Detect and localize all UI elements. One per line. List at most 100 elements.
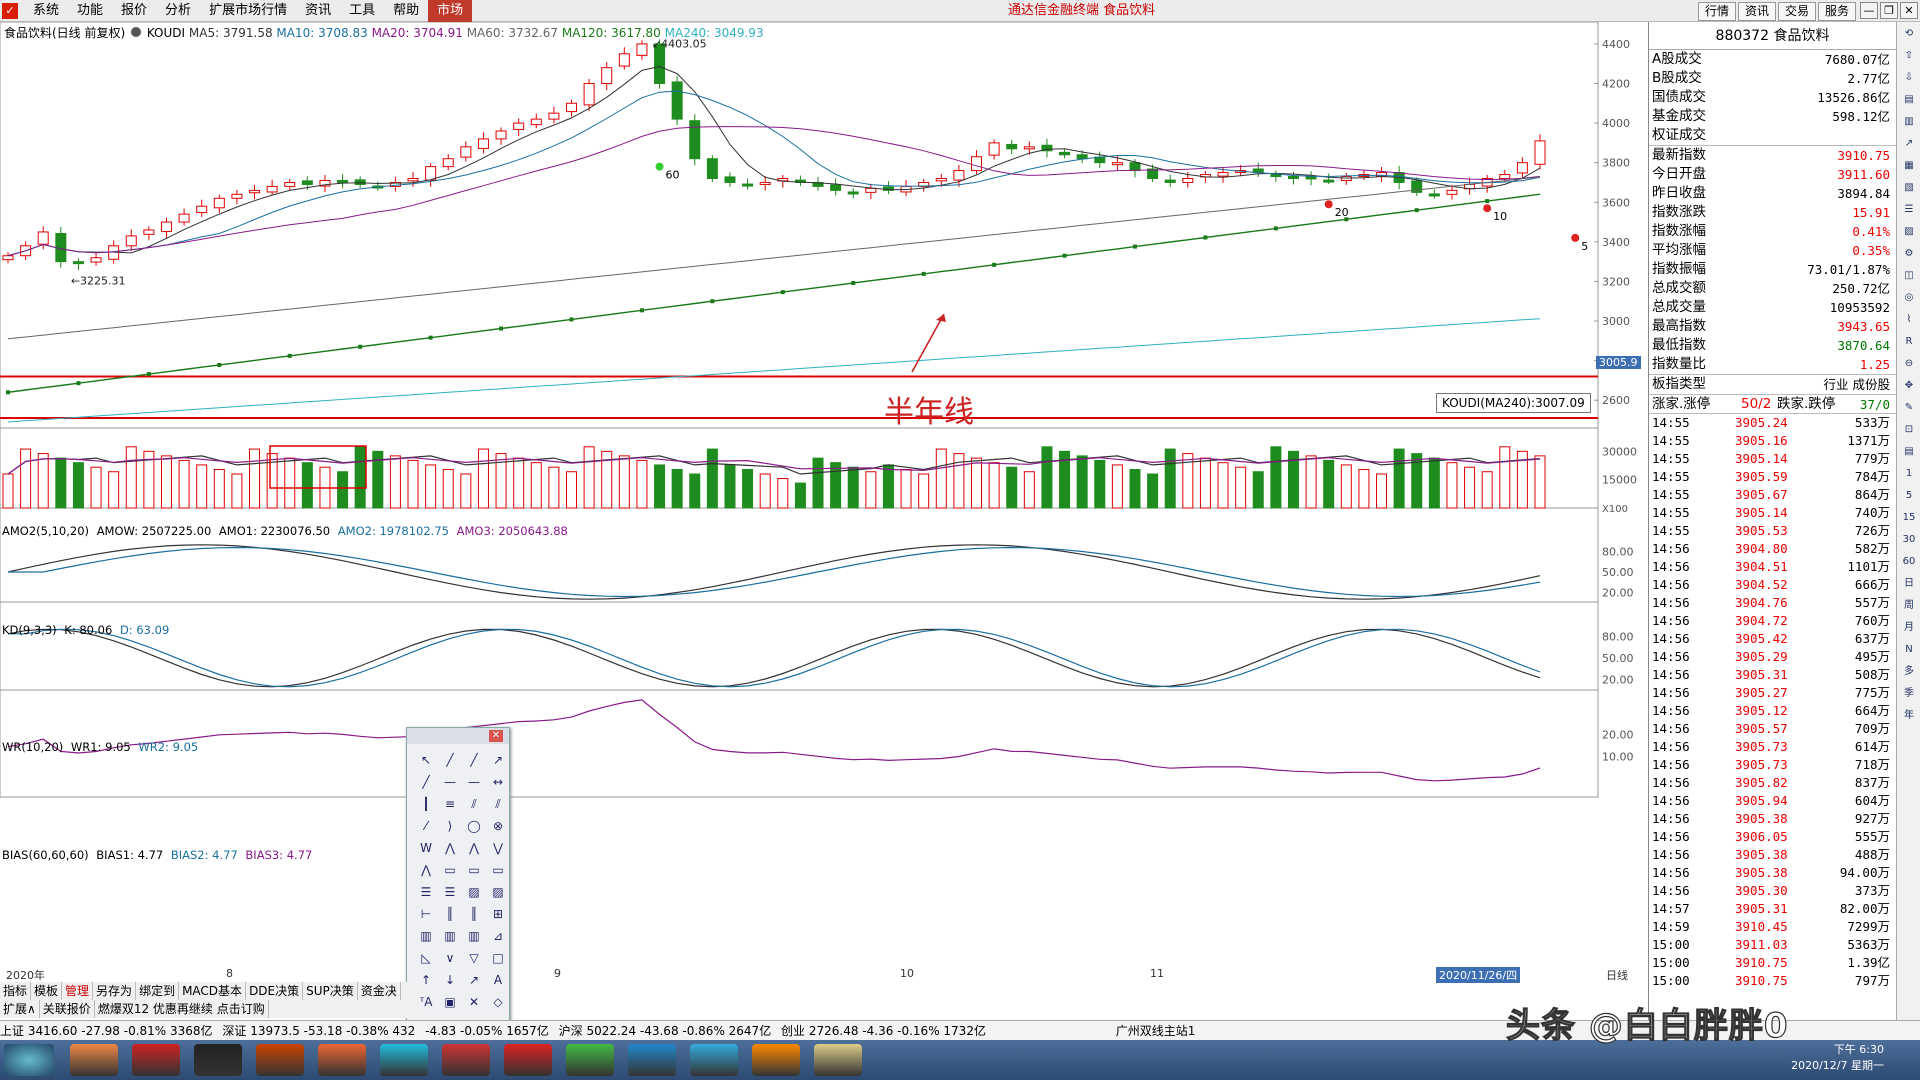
chart-area[interactable]: 4400420040003800360034003200300028002600… [0, 22, 1652, 1020]
draw-tool-icon[interactable]: ╱ [415, 772, 437, 792]
toolbar-icon[interactable]: ▨ [1899, 222, 1919, 242]
draw-tool-icon[interactable]: ≡ [439, 794, 461, 814]
bottom-tab[interactable]: 模板 [31, 982, 63, 1000]
draw-tool-icon[interactable]: ◇ [487, 992, 509, 1012]
menu-item-1[interactable]: 功能 [68, 0, 112, 22]
draw-tool-icon[interactable]: ☰ [415, 882, 437, 902]
taskbar-app-icon[interactable] [256, 1044, 304, 1076]
taskbar-app-icon[interactable] [132, 1044, 180, 1076]
draw-tool-icon[interactable]: ╱ [439, 750, 461, 770]
draw-tool-icon[interactable]: ⋁ [487, 838, 509, 858]
draw-tool-icon[interactable]: ↗ [487, 750, 509, 770]
toolbar-icon[interactable]: ▦ [1899, 156, 1919, 176]
status-hs[interactable]: 沪深 5022.24 -43.68 -0.86% 2647亿 [559, 1024, 772, 1038]
menu-item-6[interactable]: 工具 [340, 0, 384, 22]
toolbar-icon[interactable]: ▤ [1899, 442, 1919, 462]
bottom-tab[interactable]: MACD基本 [179, 982, 247, 1000]
bottom-tab[interactable]: 扩展∧ [0, 1000, 40, 1018]
close-icon[interactable]: ✕ [1900, 2, 1918, 19]
top-button-3[interactable]: 服务 [1817, 2, 1856, 21]
bottom-tab[interactable]: SUP决策 [303, 982, 358, 1000]
menu-item-8[interactable]: 市场 [428, 0, 473, 22]
draw-tool-icon[interactable]: ✕ [463, 992, 485, 1012]
toolbar-icon[interactable]: 日 [1899, 574, 1919, 594]
toolbar-icon[interactable]: 多 [1899, 662, 1919, 682]
bottom-tab[interactable]: 燃爆双12 优惠再继续 点击订购 [95, 1000, 269, 1018]
toolbar-icon[interactable]: ✥ [1899, 376, 1919, 396]
toolbar-icon[interactable]: 30 [1899, 530, 1919, 550]
draw-tool-icon[interactable]: ║ [439, 904, 461, 924]
toolbar-icon[interactable]: ✎ [1899, 398, 1919, 418]
period-label[interactable]: 日线 [1606, 967, 1628, 983]
toolbar-icon[interactable]: ⚙ [1899, 244, 1919, 264]
draw-tool-icon[interactable]: ║ [463, 904, 485, 924]
toolbar-icon[interactable]: 周 [1899, 596, 1919, 616]
app-logo-icon[interactable]: ✓ [2, 3, 18, 19]
taskbar-app-icon[interactable] [752, 1044, 800, 1076]
taskbar-app-icon[interactable] [194, 1044, 242, 1076]
start-button-icon[interactable] [4, 1044, 54, 1076]
draw-tool-icon[interactable]: ⁄ [415, 816, 437, 836]
draw-tool-icon[interactable]: ⟩ [439, 816, 461, 836]
menu-item-3[interactable]: 分析 [156, 0, 200, 22]
draw-tool-icon[interactable]: ◺ [415, 948, 437, 968]
bottom-tab[interactable]: 指标 [0, 982, 32, 1000]
toolbar-icon[interactable]: ⊡ [1899, 420, 1919, 440]
menu-item-7[interactable]: 帮助 [384, 0, 428, 22]
minimize-icon[interactable]: — [1860, 2, 1878, 19]
toolbar-icon[interactable]: ⊖ [1899, 354, 1919, 374]
draw-tool-icon[interactable]: A [487, 970, 509, 990]
bottom-tab[interactable]: 绑定到 [136, 982, 180, 1000]
draw-tool-icon[interactable]: ▥ [463, 926, 485, 946]
draw-tool-icon[interactable]: ⊿ [487, 926, 509, 946]
drawing-toolbox[interactable]: ✕ ↖ ╱ ╱ ↗ ╱ — — ↔ ┃ ≡ ⫽ ⫽ ⁄ ⟩ ◯ ⊗ W ⋀ ⋀ ⋁ ⋀ ▭ ▭ ▭ ☰ ☰ ▨ ▨ ⊢ ║ ║ ⊞ ▥ ▥ ▥ ⊿ ◺ ∨… [406, 727, 510, 1039]
draw-tool-icon[interactable]: ▥ [415, 926, 437, 946]
taskbar-app-icon[interactable] [318, 1044, 366, 1076]
draw-tool-icon[interactable]: ╱ [463, 750, 485, 770]
toolbar-icon[interactable]: ⇩ [1899, 68, 1919, 88]
restore-icon[interactable]: ❐ [1880, 2, 1898, 19]
toolbar-icon[interactable]: ⟲ [1899, 24, 1919, 44]
draw-tool-icon[interactable]: ▭ [487, 860, 509, 880]
draw-tool-icon[interactable]: ▨ [487, 882, 509, 902]
toolbar-icon[interactable]: 1 [1899, 464, 1919, 484]
toolbar-icon[interactable]: R [1899, 332, 1919, 352]
draw-tool-icon[interactable]: W [415, 838, 437, 858]
bottom-tab[interactable]: 关联报价 [40, 1000, 95, 1018]
draw-tool-icon[interactable]: ◯ [463, 816, 485, 836]
top-button-2[interactable]: 交易 [1777, 2, 1816, 21]
menu-item-4[interactable]: 扩展市场行情 [200, 0, 296, 22]
draw-tool-icon[interactable]: ▭ [439, 860, 461, 880]
toolbar-icon[interactable]: N [1899, 640, 1919, 660]
type-value[interactable]: 行业 成份股 [1824, 375, 1890, 394]
draw-tool-icon[interactable]: ⊢ [415, 904, 437, 924]
kline-chart[interactable]: 4400420040003800360034003200300028002600… [0, 22, 1648, 1020]
toolbar-icon[interactable]: ◎ [1899, 288, 1919, 308]
toolbar-icon[interactable]: ☰ [1899, 200, 1919, 220]
status-cy[interactable]: 创业 2726.48 -4.36 -0.16% 1732亿 [781, 1024, 986, 1038]
draw-tool-icon[interactable]: ▣ [439, 992, 461, 1012]
toolbar-icon[interactable]: ▥ [1899, 112, 1919, 132]
toolbar-icon[interactable]: 5 [1899, 486, 1919, 506]
draw-tool-icon[interactable]: ⊞ [487, 904, 509, 924]
draw-tool-icon[interactable]: ▥ [439, 926, 461, 946]
top-button-1[interactable]: 资讯 [1737, 2, 1776, 21]
draw-tool-icon[interactable]: ▨ [463, 882, 485, 902]
toolbar-icon[interactable]: 60 [1899, 552, 1919, 572]
draw-tool-icon[interactable]: ┃ [415, 794, 437, 814]
bottom-tab[interactable]: 另存为 [93, 982, 137, 1000]
system-clock[interactable]: 下午 6:30 2020/12/7 星期一 [1791, 1042, 1884, 1074]
draw-tool-icon[interactable]: ⋀ [463, 838, 485, 858]
menu-item-0[interactable]: 系统 [24, 0, 68, 22]
draw-tool-icon[interactable]: ⫽ [487, 794, 509, 814]
toolbar-icon[interactable]: ▤ [1899, 90, 1919, 110]
server-label[interactable]: 广州双线主站1 [1116, 1024, 1196, 1038]
menu-item-2[interactable]: 报价 [112, 0, 156, 22]
top-button-0[interactable]: 行情 [1697, 2, 1736, 21]
taskbar-app-icon[interactable] [566, 1044, 614, 1076]
status-sh[interactable]: 上证 3416.60 -27.98 -0.81% 3368亿 [0, 1024, 213, 1038]
toolbar-icon[interactable]: ⌇ [1899, 310, 1919, 330]
toolbar-icon[interactable]: ◫ [1899, 266, 1919, 286]
taskbar-app-icon[interactable] [628, 1044, 676, 1076]
draw-tool-icon[interactable]: — [439, 772, 461, 792]
